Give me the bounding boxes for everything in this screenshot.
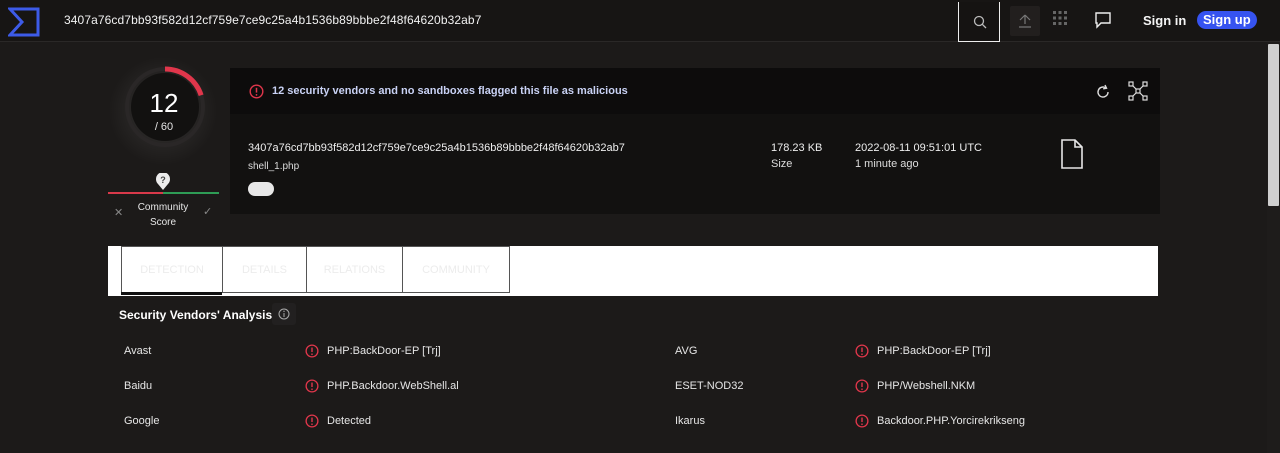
grid-icon — [1053, 11, 1067, 25]
file-name: shell_1.php — [248, 161, 300, 172]
upload-button[interactable] — [1010, 6, 1040, 36]
tab-details[interactable]: DETAILS — [222, 246, 307, 293]
feedback-button[interactable] — [1093, 10, 1115, 32]
malicious-icon — [855, 414, 869, 428]
apps-grid-button[interactable] — [1051, 9, 1073, 31]
malicious-icon — [305, 414, 319, 428]
vendor-name: Baidu — [124, 380, 153, 392]
file-size-label: Size — [771, 158, 793, 170]
file-type-icon — [1061, 139, 1083, 169]
search-hash-text[interactable]: 3407a76cd7bb93f582d12cf759e7ce9c25a4b153… — [64, 13, 481, 27]
info-icon — [278, 308, 290, 320]
vendor-result: Backdoor.PHP.Yorcirekrikseng — [877, 415, 1025, 427]
vendors-info-button[interactable] — [272, 303, 296, 325]
tab-detection[interactable]: DETECTION — [121, 246, 223, 293]
detection-count: 12 — [149, 88, 179, 118]
vote-harmless-icon[interactable]: ✓ — [203, 205, 212, 218]
vendor-result: Detected — [327, 415, 372, 427]
community-score-label: Community Score — [137, 202, 189, 228]
sign-in-link[interactable]: Sign in — [1143, 13, 1186, 28]
chat-icon — [1095, 12, 1111, 29]
malicious-icon — [305, 379, 319, 393]
analysis-date: 2022-08-11 09:51:01 UTC — [855, 142, 982, 154]
graph-icon[interactable] — [1128, 81, 1148, 101]
vote-malicious-icon[interactable]: ✕ — [114, 206, 123, 219]
scrollbar-thumb[interactable] — [1268, 44, 1279, 206]
vendor-name: Google — [124, 415, 160, 427]
malicious-icon — [855, 344, 869, 358]
vendor-result: PHP/Webshell.NKM — [877, 380, 976, 392]
file-size-value: 178.23 KB — [771, 142, 823, 154]
community-score-bar-malicious — [108, 192, 163, 194]
virustotal-logo-icon[interactable] — [6, 7, 40, 37]
tab-community[interactable]: COMMUNITY — [402, 246, 510, 293]
tab-label: RELATIONS — [323, 264, 386, 276]
analysis-relative-time: 1 minute ago — [855, 158, 919, 170]
top-bar: 3407a76cd7bb93f582d12cf759e7ce9c25a4b153… — [0, 0, 1280, 42]
malicious-icon — [855, 379, 869, 393]
alert-icon — [249, 84, 264, 99]
community-score-pin-label: ? — [160, 175, 166, 185]
malicious-icon — [305, 344, 319, 358]
detection-total: / 60 — [154, 121, 174, 133]
vendor-name: ESET-NOD32 — [675, 380, 744, 392]
sign-up-button[interactable]: Sign up — [1197, 11, 1257, 29]
tab-label: COMMUNITY — [422, 264, 490, 276]
community-score-bar-harmless — [163, 192, 219, 194]
search-icon — [973, 15, 987, 29]
tab-label: DETECTION — [140, 264, 204, 276]
vendor-result: PHP:BackDoor-EP [Trj] — [877, 345, 991, 357]
vendor-result: PHP.Backdoor.WebShell.al — [327, 380, 459, 392]
detection-alert-text: 12 security vendors and no sandboxes fla… — [272, 85, 628, 97]
file-tag-pill[interactable] — [248, 182, 274, 196]
active-tab-indicator — [121, 292, 222, 295]
vendor-name: AVG — [675, 345, 698, 357]
search-button[interactable] — [958, 2, 1000, 42]
vendor-name: Ikarus — [675, 415, 705, 427]
file-hash: 3407a76cd7bb93f582d12cf759e7ce9c25a4b153… — [248, 142, 625, 154]
upload-icon — [1019, 14, 1031, 28]
vendor-name: Avast — [124, 345, 152, 357]
tab-label: DETAILS — [241, 264, 288, 276]
reanalyze-icon[interactable] — [1094, 83, 1112, 101]
vendors-section-title: Security Vendors' Analysis — [119, 308, 273, 322]
tab-relations[interactable]: RELATIONS — [306, 246, 403, 293]
vendor-result: PHP:BackDoor-EP [Trj] — [327, 345, 441, 357]
